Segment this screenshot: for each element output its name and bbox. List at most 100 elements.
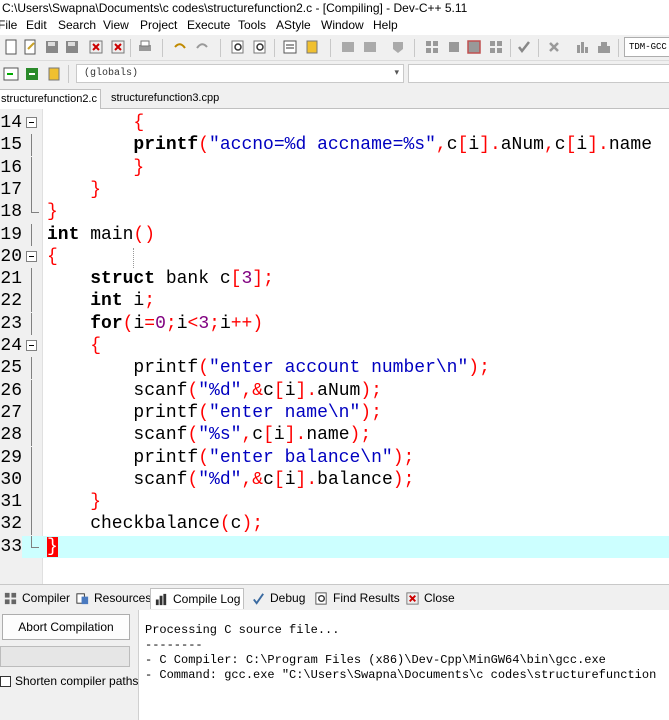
debug-icon[interactable]: [596, 39, 612, 55]
code-line[interactable]: 16 }: [0, 156, 669, 179]
new-project-icon[interactable]: [340, 39, 356, 55]
menu-astyle[interactable]: AStyle: [276, 16, 311, 35]
tab-debug[interactable]: Debug: [248, 588, 308, 609]
menu-help[interactable]: Help: [373, 16, 398, 35]
find-icon[interactable]: [230, 39, 246, 55]
code-line[interactable]: 18}: [0, 201, 669, 224]
fold-guide: [31, 468, 32, 491]
code-token: }: [133, 157, 145, 178]
tab-find-results[interactable]: Find Results: [311, 588, 403, 609]
code-token: "enter balance\n": [209, 447, 393, 468]
run-icon[interactable]: [446, 39, 462, 55]
code-line[interactable]: 14 {: [0, 112, 669, 134]
close-file-icon[interactable]: [88, 39, 104, 55]
project-options-icon[interactable]: [390, 39, 406, 55]
code-token: i: [122, 291, 145, 312]
tab-structurefunction3[interactable]: structurefunction3.cpp: [108, 89, 222, 109]
stop-execution-icon[interactable]: [546, 39, 562, 55]
code-line[interactable]: 29 printf("enter balance\n");: [0, 446, 669, 469]
fold-toggle-icon[interactable]: [26, 117, 37, 128]
code-token: 0: [155, 313, 166, 334]
redo-icon[interactable]: [194, 39, 210, 55]
shorten-paths-option[interactable]: Shorten compiler paths: [0, 672, 138, 690]
code-token: main: [79, 224, 134, 245]
add-to-project-icon[interactable]: [362, 39, 378, 55]
code-line[interactable]: 27 printf("enter name\n");: [0, 401, 669, 424]
new-file-icon[interactable]: [3, 39, 19, 55]
fold-guide: [31, 491, 32, 514]
profile-icon[interactable]: [574, 39, 590, 55]
open-file-icon[interactable]: [22, 39, 38, 55]
syntax-check-icon[interactable]: [516, 39, 532, 55]
code-line[interactable]: 28 scanf("%s",c[i].name);: [0, 424, 669, 447]
code-line[interactable]: 22 int i;: [0, 290, 669, 313]
code-line[interactable]: 25 printf("enter account number\n");: [0, 357, 669, 380]
menu-execute[interactable]: Execute: [187, 16, 230, 35]
code-line[interactable]: 23 for(i=0;i<3;i++): [0, 312, 669, 335]
shorten-paths-checkbox[interactable]: [0, 675, 11, 687]
print-icon[interactable]: [137, 39, 153, 55]
close-all-icon[interactable]: [110, 39, 126, 55]
code-line[interactable]: 32 checkbalance(c);: [0, 513, 669, 536]
function-select[interactable]: [408, 64, 669, 83]
code-line[interactable]: 33}: [0, 535, 669, 558]
menu-window[interactable]: Window: [321, 16, 364, 35]
code-line[interactable]: 30 scanf("%d",&c[i].balance);: [0, 468, 669, 491]
code-line[interactable]: 24 {: [0, 335, 669, 357]
fold-guide: [31, 357, 32, 380]
code-token: (: [219, 514, 231, 535]
replace-icon[interactable]: [252, 39, 268, 55]
rebuild-all-icon[interactable]: [488, 39, 504, 55]
line-number: 24: [0, 335, 22, 357]
indent-icon[interactable]: [304, 39, 320, 55]
code-editor[interactable]: 14 {15 printf("accno=%d accname=%s",c[i]…: [0, 109, 669, 584]
code-token: 3: [241, 269, 253, 290]
code-token: &: [252, 469, 264, 490]
code-line[interactable]: 26 scanf("%d",&c[i].aNum);: [0, 379, 669, 402]
menu-edit[interactable]: Edit: [26, 16, 47, 35]
code-line[interactable]: 19 int main(): [0, 223, 669, 246]
fold-guide: [31, 201, 32, 213]
tab-compile-log[interactable]: Compile Log: [150, 588, 245, 609]
scope-select[interactable]: (globals) ▾: [76, 64, 404, 83]
fold-guide: [31, 268, 32, 291]
code-line[interactable]: 15 printf("accno=%d accname=%s",c[i].aNu…: [0, 134, 669, 157]
save-all-icon[interactable]: [64, 39, 80, 55]
tab-resources[interactable]: Resources: [72, 588, 154, 609]
tab-compiler[interactable]: Compiler: [0, 588, 73, 609]
code-token: balance: [317, 469, 393, 490]
save-icon[interactable]: [44, 39, 60, 55]
code-line[interactable]: 20 {: [0, 245, 669, 268]
goto-line-icon[interactable]: [282, 39, 298, 55]
menu-search[interactable]: Search: [58, 16, 96, 35]
compiler-select[interactable]: TDM-GCC: [624, 37, 669, 57]
code-line[interactable]: 17 }: [0, 178, 669, 201]
fold-toggle-icon[interactable]: [26, 250, 37, 262]
menu-file[interactable]: File: [0, 16, 17, 35]
code-text: {: [47, 335, 101, 357]
undo-icon[interactable]: [172, 39, 188, 55]
toggle-bookmark-icon[interactable]: [24, 66, 40, 82]
code-token: ,: [435, 135, 447, 156]
compile-icon[interactable]: [424, 39, 440, 55]
menu-project[interactable]: Project: [140, 16, 177, 35]
line-number: 16: [0, 156, 22, 179]
tab-close[interactable]: Close: [402, 588, 458, 609]
tab-structurefunction2[interactable]: structurefunction2.c: [0, 89, 101, 110]
goto-bookmark-icon[interactable]: [46, 66, 62, 82]
code-text: printf("enter name\n");: [47, 402, 381, 424]
code-token: ].: [479, 135, 501, 156]
fold-toggle-icon[interactable]: [26, 340, 37, 351]
fold-guide: [31, 290, 32, 313]
code-line[interactable]: 21 struct bank c[3];: [0, 268, 669, 291]
fold-guide: [31, 134, 32, 157]
insert-icon[interactable]: [3, 66, 19, 82]
menu-view[interactable]: View: [103, 16, 129, 35]
compile-log-output[interactable]: Processing C source file... -------- - C…: [138, 610, 669, 720]
code-line[interactable]: 31 }: [0, 491, 669, 514]
compile-run-icon[interactable]: [466, 39, 482, 55]
menu-tools[interactable]: Tools: [238, 16, 266, 35]
menu-bar: File Edit Search View Project Execute To…: [0, 16, 669, 35]
abort-compilation-button[interactable]: Abort Compilation: [2, 614, 130, 640]
